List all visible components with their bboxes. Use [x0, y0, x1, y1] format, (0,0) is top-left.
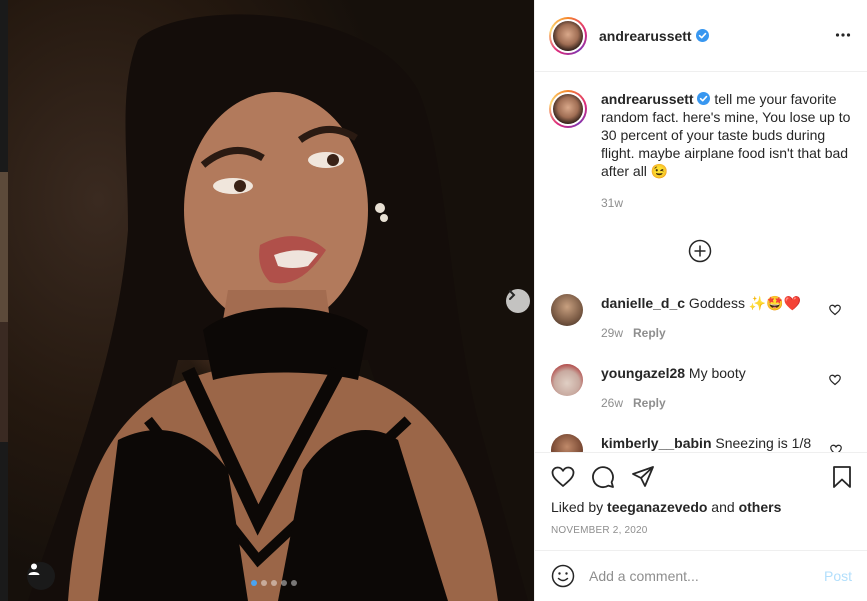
commenter-username[interactable]: danielle_d_c — [601, 295, 685, 311]
carousel-indicator — [251, 580, 297, 586]
comment-like-icon[interactable] — [830, 444, 842, 452]
caption-avatar[interactable] — [549, 90, 587, 128]
post-caption: andrearussett tell me your favorite rand… — [549, 90, 857, 212]
caption-username[interactable]: andrearussett — [601, 91, 694, 107]
comment-clip: kimberly__babin Sneezing is 1/8 — [535, 430, 867, 452]
heart-icon[interactable] — [551, 465, 575, 489]
next-arrow-icon — [509, 290, 516, 300]
likes-summary: Liked by teeganazevedo and others — [551, 499, 781, 515]
post-header: andrearussett — [535, 0, 867, 72]
post-comment-button[interactable]: Post — [824, 568, 852, 584]
comment-time[interactable]: 26w — [601, 396, 623, 410]
user-tag-icon — [28, 563, 40, 575]
carousel-dot — [291, 580, 297, 586]
verified-badge-icon — [697, 92, 711, 105]
comment-input[interactable]: Add a comment... — [589, 568, 824, 584]
next-photo-button[interactable] — [506, 289, 530, 313]
post-details-panel: andrearussett andrearussett tell me your… — [534, 0, 867, 601]
reply-button[interactable]: Reply — [633, 326, 666, 340]
caption-text-block: andrearussett tell me your favorite rand… — [601, 90, 857, 180]
reply-button[interactable]: Reply — [633, 396, 666, 410]
post-date[interactable]: NOVEMBER 2, 2020 — [551, 525, 648, 536]
tagged-users-button[interactable] — [27, 562, 55, 590]
carousel-dot — [251, 580, 257, 586]
commenter-username[interactable]: kimberly__babin — [601, 435, 712, 451]
author-username[interactable]: andrearussett — [599, 28, 692, 44]
likes-user-link[interactable]: teeganazevedo — [607, 499, 707, 515]
carousel-dot — [261, 580, 267, 586]
comment-text: Sneezing is 1/8 — [711, 435, 812, 451]
previous-post-edge — [0, 0, 8, 601]
comment-item: youngazel28 My booty 26w Reply — [551, 364, 857, 412]
comment-like-icon[interactable] — [829, 374, 841, 386]
save-icon[interactable] — [830, 465, 854, 489]
carousel-dot — [271, 580, 277, 586]
load-more-icon[interactable] — [688, 239, 712, 263]
post-photo[interactable] — [8, 0, 534, 601]
comment-item: danielle_d_c Goddess ✨🤩❤️ 29w Reply — [551, 294, 857, 342]
add-comment-bar: Add a comment... Post — [535, 550, 867, 601]
carousel-dot — [281, 580, 287, 586]
comment-text: My booty — [685, 365, 746, 381]
photo-illustration — [28, 14, 528, 601]
likes-and: and — [707, 499, 739, 515]
commenter-username[interactable]: youngazel28 — [601, 365, 685, 381]
commenter-avatar[interactable] — [551, 364, 583, 396]
more-options-icon[interactable] — [835, 27, 851, 43]
caption-timestamp[interactable]: 31w — [601, 194, 857, 212]
author-avatar[interactable] — [549, 16, 587, 55]
likes-others-link[interactable]: others — [739, 499, 782, 515]
comment-item: kimberly__babin Sneezing is 1/8 — [551, 434, 858, 452]
comment-text: Goddess ✨🤩❤️ — [685, 295, 802, 311]
commenter-avatar[interactable] — [551, 294, 583, 326]
likes-prefix: Liked by — [551, 499, 608, 515]
comment-like-icon[interactable] — [829, 304, 841, 316]
comment-time[interactable]: 29w — [601, 326, 623, 340]
comment-icon[interactable] — [591, 465, 615, 489]
emoji-icon[interactable] — [551, 564, 575, 588]
post-actions-section: Liked by teeganazevedo and others NOVEMB… — [535, 452, 867, 550]
commenter-avatar[interactable] — [551, 434, 583, 452]
verified-badge-icon — [695, 29, 709, 42]
share-icon[interactable] — [631, 465, 655, 489]
